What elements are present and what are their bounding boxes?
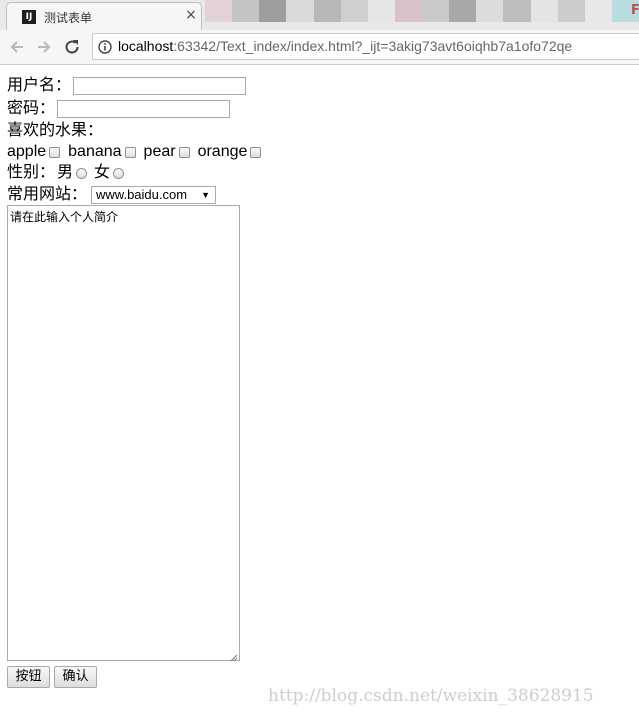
fruit-label-banana: banana <box>68 143 122 160</box>
fruit-label-orange: orange <box>197 143 248 160</box>
fruits-label: 喜欢的水果： <box>7 122 104 139</box>
bio-textarea[interactable]: 请在此输入个人简介 <box>7 205 240 662</box>
fruits-heading-row: 喜欢的水果： <box>7 121 103 141</box>
back-arrow-icon[interactable] <box>7 37 27 57</box>
address-bar[interactable]: localhost:63342/Text_index/index.html?_i… <box>92 33 639 60</box>
checkbox-apple[interactable] <box>49 146 61 158</box>
dropdown-arrow-icon: ▼ <box>201 190 211 200</box>
tab-strip: IJ 测试表单 × F <box>0 0 639 30</box>
gender-row: 性别： 男 女 <box>7 163 127 183</box>
website-selected-value: www.baidu.com <box>96 187 188 202</box>
button-anniu[interactable]: 按钮 <box>7 666 50 688</box>
password-row: 密码： <box>7 99 231 119</box>
info-icon[interactable] <box>98 39 112 54</box>
blurred-tab-area <box>205 0 639 22</box>
fruits-row: apple banana pear orange <box>7 142 265 162</box>
resize-grip-icon[interactable] <box>230 651 238 662</box>
gender-label-female: 女 <box>94 164 111 181</box>
radio-male[interactable] <box>76 167 88 179</box>
username-input[interactable] <box>73 77 247 95</box>
forward-arrow-icon[interactable] <box>34 37 54 57</box>
username-label: 用户名： <box>7 77 72 94</box>
website-select[interactable]: www.baidu.com ▼ <box>91 186 217 204</box>
tab-close-icon[interactable]: × <box>184 7 198 23</box>
gender-label: 性别： <box>7 164 56 181</box>
intellij-favicon-icon: IJ <box>22 10 36 24</box>
website-row: 常用网站： www.baidu.com ▼ <box>7 185 217 205</box>
fruit-label-pear: pear <box>143 143 176 160</box>
partial-tab-icon: F <box>631 3 639 18</box>
url-text[interactable]: localhost:63342/Text_index/index.html?_i… <box>118 38 572 54</box>
password-input[interactable] <box>57 100 231 118</box>
website-label: 常用网站： <box>7 186 88 203</box>
tab-title: 测试表单 <box>44 11 93 25</box>
page-content: 用户名： 密码： 喜欢的水果： apple banana pear orange… <box>0 66 639 717</box>
confirm-button[interactable]: 确认 <box>54 666 97 688</box>
checkbox-banana[interactable] <box>124 146 136 158</box>
watermark: http://blog.csdn.net/weixin_38628915 <box>268 686 594 706</box>
checkbox-pear[interactable] <box>178 146 190 158</box>
browser-window: IJ 测试表单 × F localhost:63342/Text_index/i… <box>0 0 639 717</box>
reload-icon[interactable] <box>62 37 82 57</box>
password-label: 密码： <box>7 100 56 117</box>
bio-text: 请在此输入个人简介 <box>10 210 119 224</box>
fruit-label-apple: apple <box>7 143 47 160</box>
checkbox-orange[interactable] <box>250 146 262 158</box>
browser-toolbar: localhost:63342/Text_index/index.html?_i… <box>0 30 639 65</box>
radio-female[interactable] <box>113 167 125 179</box>
gender-label-male: 男 <box>57 164 74 181</box>
username-row: 用户名： <box>7 76 247 96</box>
tab-active[interactable]: IJ 测试表单 × <box>6 2 202 30</box>
